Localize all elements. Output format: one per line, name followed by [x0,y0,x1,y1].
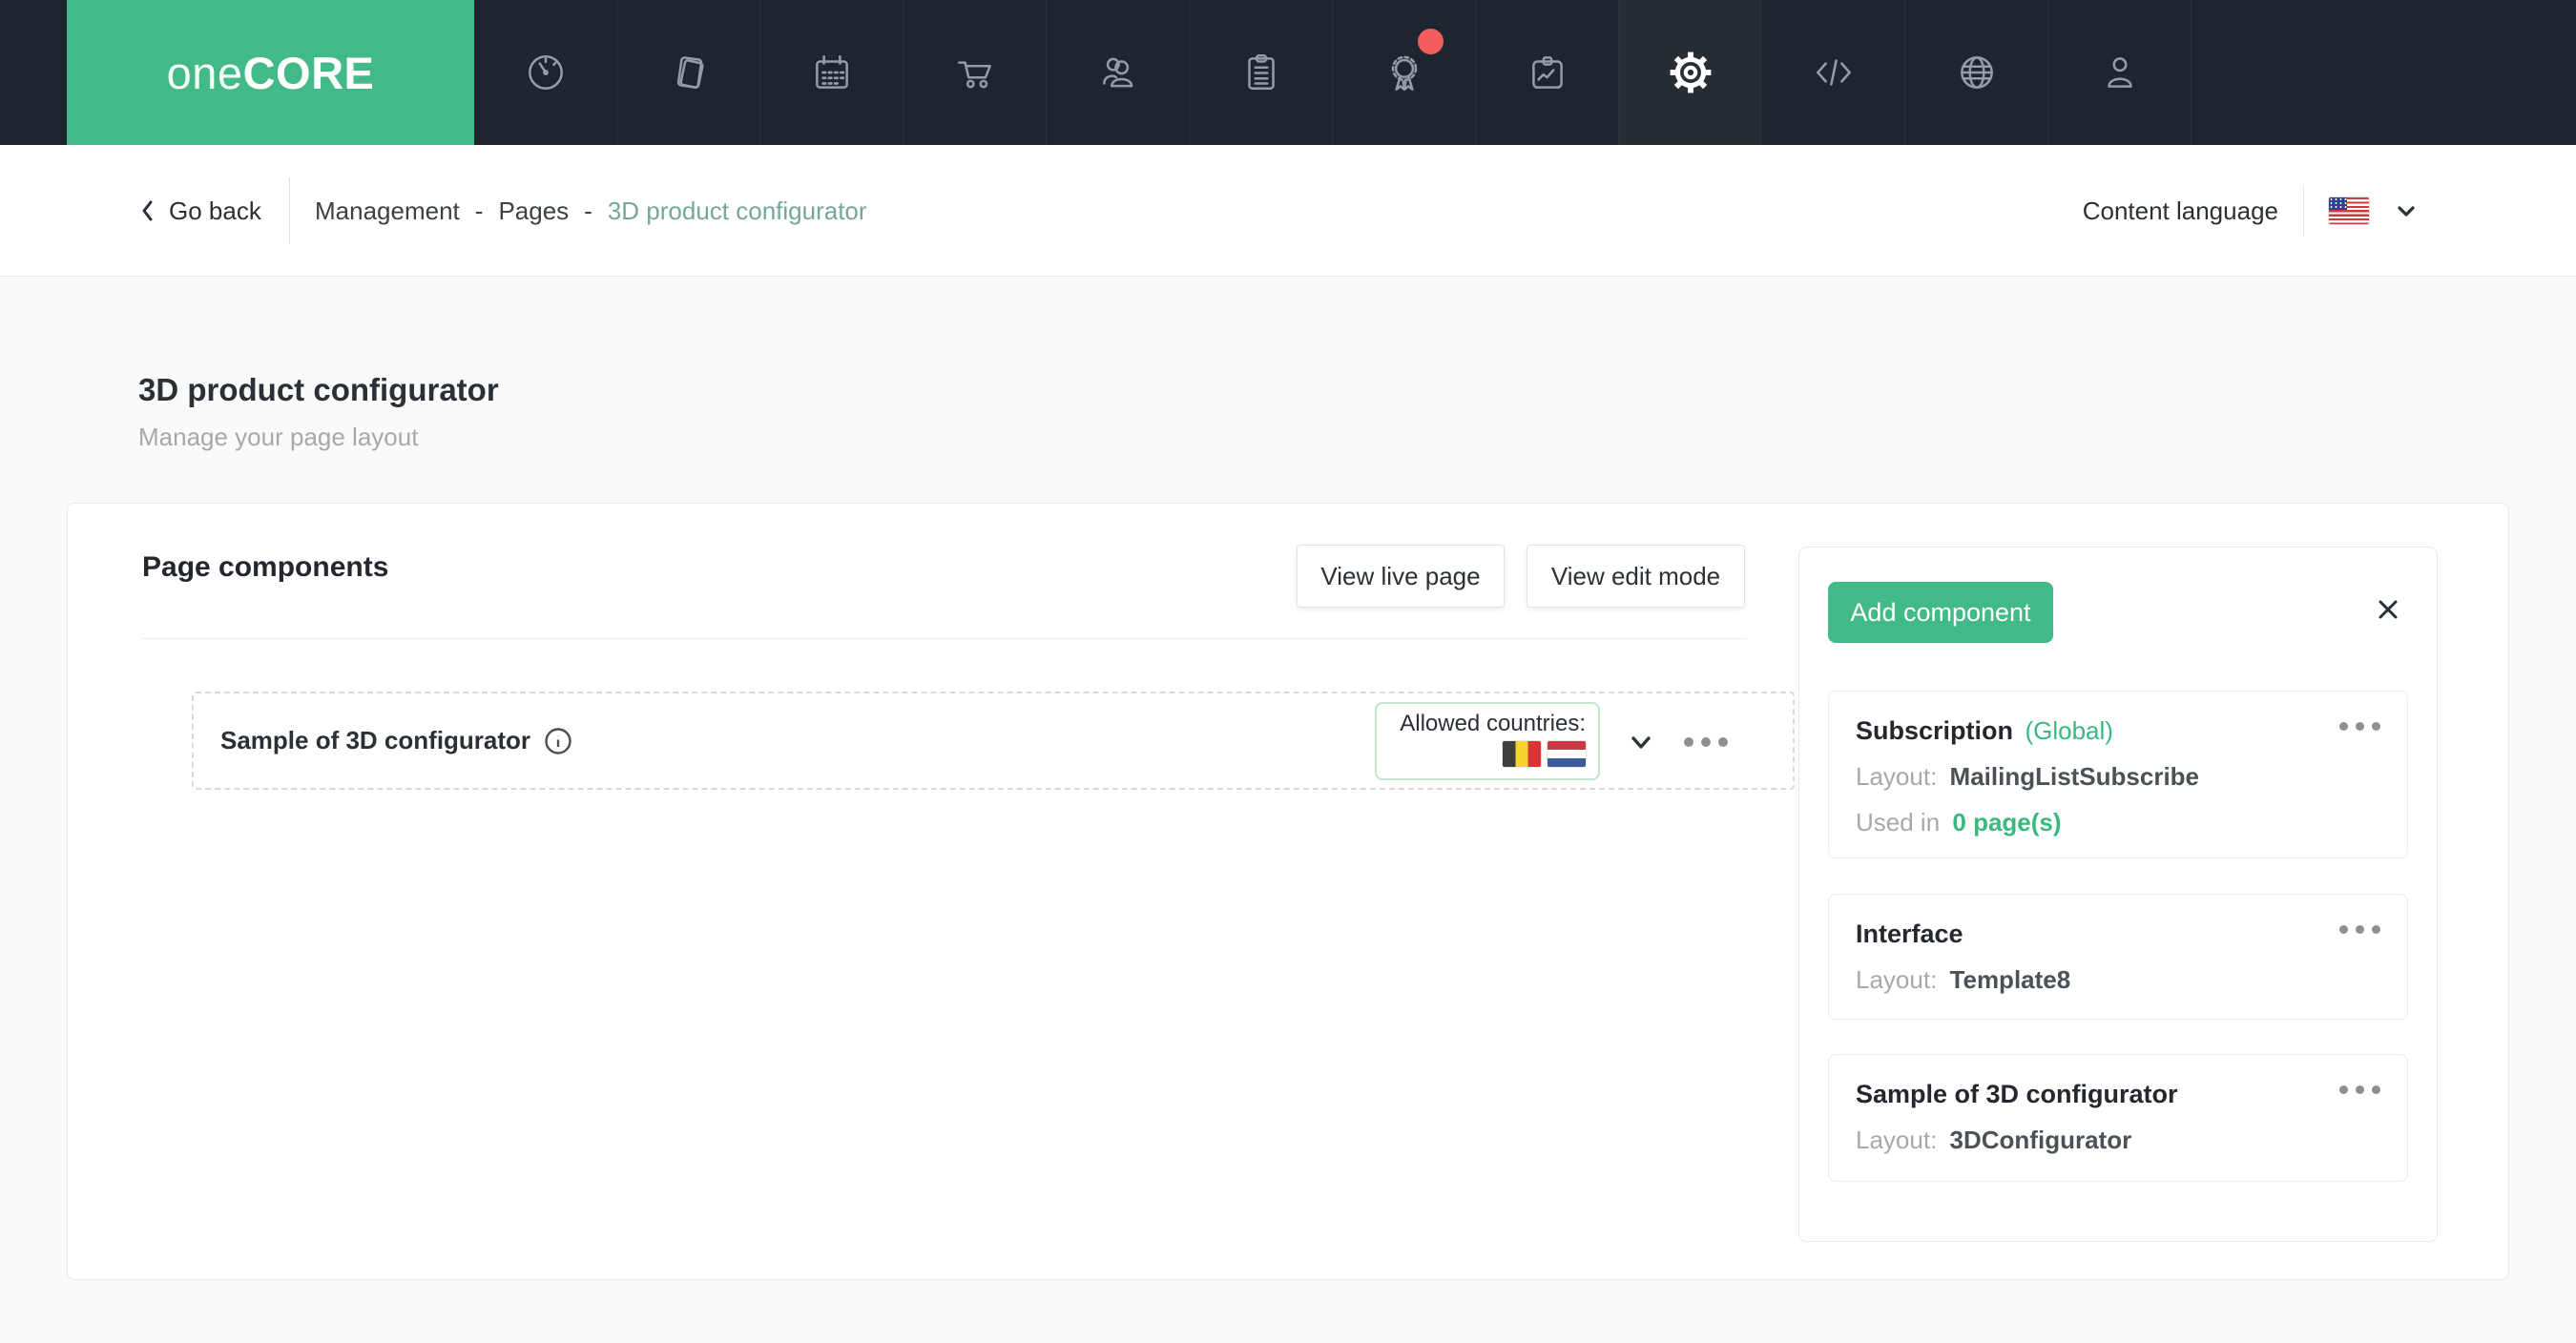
component-global-tag: (Global) [2025,716,2113,745]
nav-tab-orders[interactable] [1190,0,1333,145]
page-subtitle: Manage your page layout [138,423,419,451]
nav-tab-customers[interactable] [1047,0,1190,145]
close-icon[interactable] [2376,597,2400,622]
component-menu-button[interactable] [2339,722,2380,731]
component-menu-button[interactable] [2339,925,2380,934]
layout-value: 3DConfigurator [1949,1126,2132,1154]
component-card-subscription[interactable]: Subscription (Global) Layout: MailingLis… [1828,691,2408,858]
reports-icon [1531,56,1563,89]
nav-tab-calendar[interactable] [760,0,904,145]
layout-value: MailingListSubscribe [1949,762,2200,791]
nav-tab-rewards[interactable] [1333,0,1476,145]
layout-label: Layout: [1856,1126,1938,1154]
breadcrumb-item-pages[interactable]: Pages [498,196,569,226]
brand-name: CORE [242,47,375,98]
chevron-down-icon[interactable] [2394,198,2419,223]
settings-icon [1670,52,1711,93]
calendar-icon [815,55,848,89]
view-live-page-button[interactable]: View live page [1297,545,1505,608]
component-menu-button[interactable] [2339,1085,2380,1094]
go-back-label: Go back [169,196,261,225]
component-name: Interface [1856,919,1963,948]
component-row-title: Sample of 3D configurator [220,726,531,754]
code-icon [1816,59,1851,86]
go-back-button[interactable]: Go back [138,145,261,277]
nav-tab-reports[interactable] [1476,0,1619,145]
layout-label: Layout: [1856,762,1938,791]
belgium-flag-icon [1503,741,1541,767]
us-flag-canton [2329,197,2347,210]
layout-value: Template8 [1949,965,2071,994]
component-row-title-wrap: Sample of 3D configurator [220,693,572,788]
nav-tab-pages[interactable] [617,0,760,145]
notification-dot [1418,29,1444,54]
nav-tab-shop[interactable] [904,0,1047,145]
nav-tabs [474,0,2192,145]
breadcrumb-item-current: 3D product configurator [607,196,867,225]
divider [142,638,1747,639]
breadcrumb-separator: - [474,196,484,225]
nav-tab-dashboard[interactable] [474,0,617,145]
content-language-selector: Content language [2083,145,2419,277]
pages-icon [676,56,704,89]
nav-tab-settings[interactable] [1619,0,1762,145]
nav-tab-globe[interactable] [1905,0,2048,145]
allowed-countries-flags [1389,741,1586,767]
layout-label: Layout: [1856,965,1938,994]
chevron-left-icon [142,200,153,221]
nav-tab-account[interactable] [2048,0,2192,145]
us-flag-icon[interactable] [2329,197,2369,224]
component-row[interactable]: Sample of 3D configurator Allowed countr… [192,692,1795,790]
breadcrumb-item-management[interactable]: Management [315,196,460,226]
component-card-3d-configurator[interactable]: Sample of 3D configurator Layout: 3DConf… [1828,1054,2408,1182]
divider [2303,186,2304,236]
used-in-label: Used in [1856,808,1941,837]
add-component-button[interactable]: Add component [1828,582,2053,643]
content-language-label: Content language [2082,196,2278,225]
users-icon [1102,57,1132,88]
nav-tab-code[interactable] [1762,0,1905,145]
page-components-card: Page components View live page View edit… [67,503,2509,1280]
add-component-panel: Add component Subscription (Global) Layo… [1798,547,2438,1242]
info-icon[interactable] [544,727,572,755]
account-icon [2107,57,2132,88]
section-heading: Page components [142,551,389,583]
allowed-countries-box: Allowed countries: [1375,702,1600,780]
breadcrumb-bar: Go back Management - Pages - 3D product … [0,145,2576,277]
component-name: Subscription [1856,716,2014,745]
used-in-value: 0 page(s) [1952,808,2062,837]
cart-icon [957,61,991,89]
component-card-interface[interactable]: Interface Layout: Template8 [1828,894,2408,1020]
row-menu-button[interactable] [1684,737,1728,747]
component-name: Sample of 3D configurator [1856,1080,2178,1108]
brand-logo[interactable]: one CORE [67,0,474,145]
orders-icon [1247,54,1275,90]
brand-prefix: one [166,47,243,98]
breadcrumb-separator: - [584,196,592,225]
chevron-down-icon[interactable] [1627,728,1655,756]
dashboard-icon [528,55,563,90]
globe-icon [1960,56,1993,89]
allowed-countries-label: Allowed countries: [1400,711,1586,736]
rewards-icon [1391,55,1417,91]
netherlands-flag-icon [1548,741,1586,767]
top-navigation: one CORE [0,0,2576,145]
breadcrumb: Management - Pages - 3D product configur… [315,145,867,277]
page-title: 3D product configurator [138,372,499,407]
view-edit-mode-button[interactable]: View edit mode [1527,545,1745,608]
divider [289,177,290,244]
